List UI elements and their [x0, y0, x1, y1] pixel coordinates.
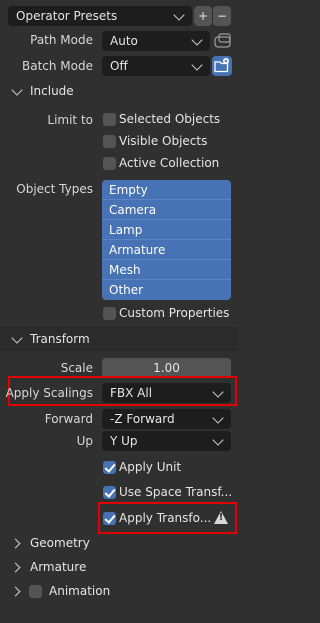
animation-header-label: Animation — [49, 584, 111, 598]
scale-label: Scale — [60, 361, 93, 375]
object-types-label: Object Types — [16, 182, 93, 196]
operator-presets-dropdown[interactable]: Operator Presets — [8, 6, 192, 26]
checkbox-box[interactable] — [103, 461, 116, 474]
forward-dropdown[interactable]: -Z Forward — [102, 409, 231, 429]
armature-panel-header[interactable]: Armature — [0, 555, 239, 579]
checkbox-box[interactable] — [103, 486, 116, 499]
chevron-down-icon — [173, 9, 185, 21]
checkbox-box[interactable] — [103, 157, 116, 170]
checkbox-label: Visible Objects — [119, 134, 208, 148]
object-type-armature[interactable]: Armature — [102, 240, 231, 260]
checkbox-box[interactable] — [103, 307, 116, 320]
object-type-camera[interactable]: Camera — [102, 200, 231, 220]
geometry-header-label: Geometry — [30, 536, 90, 550]
chevron-down-icon — [191, 34, 203, 46]
checkbox-box[interactable] — [103, 135, 116, 148]
include-panel-header[interactable]: Include — [0, 79, 239, 103]
apply-scalings-dropdown[interactable]: FBX All — [102, 383, 231, 403]
warning-icon: ! — [213, 510, 229, 525]
remove-preset-button[interactable]: − — [213, 6, 231, 26]
chevron-down-icon — [212, 434, 224, 446]
checkbox-label: Apply Unit — [119, 460, 182, 474]
scale-field[interactable]: 1.00 — [102, 358, 231, 378]
checkbox-label: Use Space Transf... — [119, 485, 233, 499]
object-type-mesh[interactable]: Mesh — [102, 260, 231, 280]
chevron-down-icon — [212, 386, 224, 398]
up-dropdown[interactable]: Y Up — [102, 431, 231, 451]
path-mode-label: Path Mode — [30, 33, 93, 47]
geometry-panel-header[interactable]: Geometry — [0, 531, 239, 555]
apply-scalings-label: Apply Scalings — [5, 386, 93, 400]
chevron-down-icon — [191, 59, 203, 71]
forward-label: Forward — [44, 412, 93, 426]
chevron-right-icon — [10, 562, 21, 573]
object-types-list[interactable]: Empty Camera Lamp Armature Mesh Other — [102, 180, 231, 300]
checkbox-box[interactable] — [103, 512, 116, 525]
chevron-right-icon — [10, 586, 21, 597]
checkbox-box[interactable] — [103, 113, 116, 126]
armature-header-label: Armature — [30, 560, 87, 574]
object-type-empty[interactable]: Empty — [102, 180, 231, 200]
up-label: Up — [76, 434, 93, 448]
batch-mode-label: Batch Mode — [21, 59, 93, 73]
chevron-right-icon — [10, 538, 21, 549]
transform-header-label: Transform — [30, 332, 90, 346]
batch-mode-dropdown[interactable]: Off — [102, 56, 210, 76]
transform-panel-header[interactable]: Transform — [0, 327, 239, 351]
limit-to-label: Limit to — [47, 113, 93, 127]
checkbox-label: Active Collection — [119, 156, 220, 170]
checkbox-label: Custom Properties — [119, 306, 230, 320]
operator-presets-label: Operator Presets — [16, 9, 118, 23]
embed-textures-icon[interactable] — [214, 32, 232, 50]
add-preset-button[interactable]: + — [194, 6, 212, 26]
animation-panel-header[interactable]: Animation — [0, 579, 239, 603]
chevron-down-icon — [11, 84, 23, 96]
checkbox-label: Selected Objects — [119, 112, 221, 126]
chevron-down-icon — [212, 412, 224, 424]
object-type-other[interactable]: Other — [102, 280, 231, 300]
chevron-down-icon — [11, 332, 23, 344]
object-type-lamp[interactable]: Lamp — [102, 220, 231, 240]
include-header-label: Include — [30, 84, 74, 98]
checkbox-label: Apply Transfo... — [119, 511, 212, 525]
batch-own-dir-icon[interactable] — [212, 56, 232, 76]
path-mode-dropdown[interactable]: Auto — [102, 31, 210, 51]
animation-enable-checkbox[interactable] — [29, 585, 42, 598]
